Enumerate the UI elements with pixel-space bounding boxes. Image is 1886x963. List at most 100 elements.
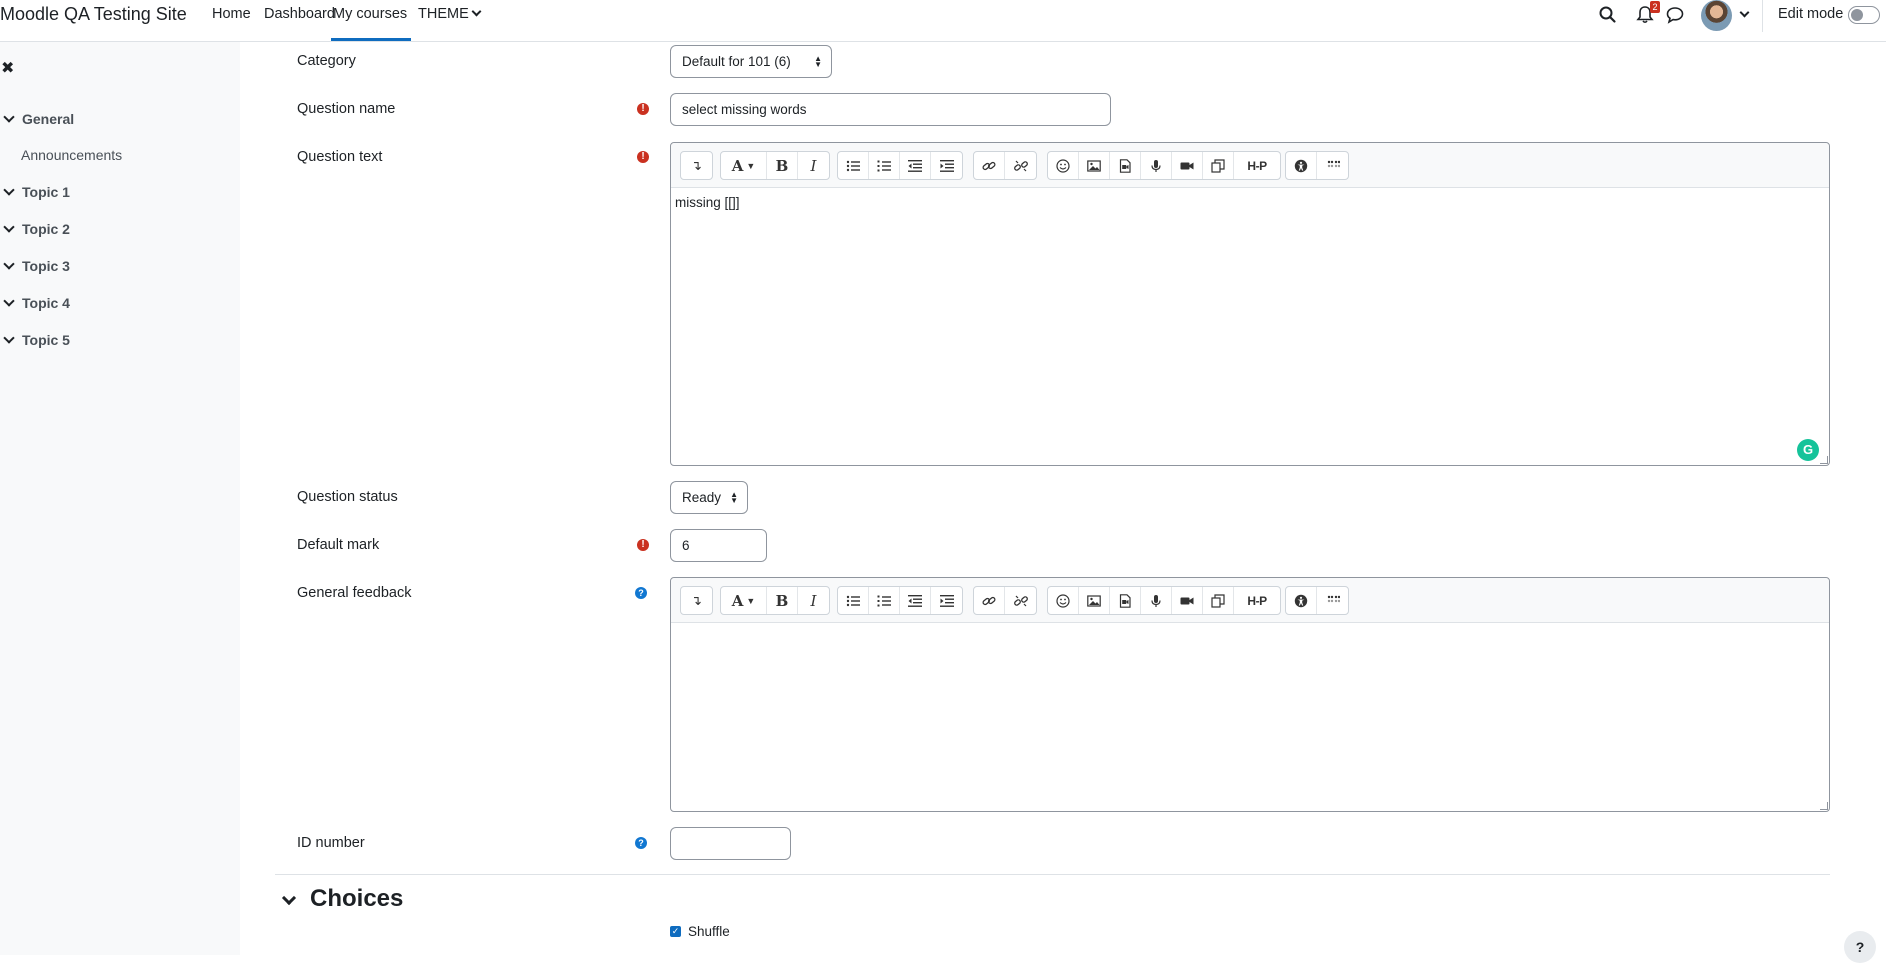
h5p-icon[interactable]: H-P	[1234, 152, 1280, 179]
link-icon[interactable]	[974, 587, 1005, 614]
close-drawer-icon[interactable]: ✖	[1, 58, 14, 78]
toolbar-group: A ▼ B I	[720, 151, 830, 180]
unordered-list-icon[interactable]	[838, 152, 869, 179]
question-status-select[interactable]: Ready ▲ ▼	[670, 481, 748, 514]
collapse-icon[interactable]: ↴	[681, 587, 712, 614]
nav-theme[interactable]: THEME	[418, 6, 482, 41]
course-section-topic-3[interactable]: Topic 3	[0, 258, 70, 274]
chevron-down-icon[interactable]	[3, 221, 15, 233]
emoji-icon[interactable]	[1048, 152, 1079, 179]
chevron-down-icon[interactable]	[3, 111, 15, 123]
nav-home[interactable]: Home	[212, 6, 251, 41]
resize-handle-icon[interactable]	[1820, 802, 1828, 810]
record-video-icon[interactable]	[1172, 587, 1203, 614]
choices-section-title[interactable]: Choices	[310, 885, 403, 913]
ordered-list-icon[interactable]	[869, 152, 900, 179]
course-section-label[interactable]: Topic 3	[22, 258, 70, 274]
accessibility-checker-icon[interactable]	[1286, 587, 1317, 614]
category-select[interactable]: Default for 101 (6) ▲ ▼	[670, 45, 832, 78]
screenreader-helper-icon[interactable]	[1317, 587, 1348, 614]
toolbar-group	[1285, 586, 1349, 615]
user-menu-chevron-down-icon[interactable]	[1739, 7, 1750, 18]
edit-mode-label: Edit mode	[1778, 6, 1844, 22]
font-style-icon[interactable]: A ▼	[721, 152, 767, 179]
course-section-topic-1[interactable]: Topic 1	[0, 184, 70, 200]
question-status-label: Question status	[297, 489, 398, 505]
required-icon[interactable]: !	[637, 539, 649, 551]
bold-icon[interactable]: B	[767, 152, 798, 179]
h5p-icon[interactable]: H-P	[1234, 587, 1280, 614]
media-icon[interactable]	[1110, 587, 1141, 614]
chevron-down-icon[interactable]	[3, 258, 15, 270]
collapse-icon[interactable]: ↴	[681, 152, 712, 179]
shuffle-checkbox[interactable]: ✓	[670, 926, 681, 937]
course-section-topic-4[interactable]: Topic 4	[0, 295, 70, 311]
record-audio-icon[interactable]	[1141, 152, 1172, 179]
course-section-topic-5[interactable]: Topic 5	[0, 332, 70, 348]
site-name[interactable]: Moodle QA Testing Site	[0, 4, 187, 25]
chevron-down-icon[interactable]	[281, 890, 297, 906]
unordered-list-icon[interactable]	[838, 587, 869, 614]
default-mark-value: 6	[682, 538, 690, 553]
avatar[interactable]	[1701, 0, 1732, 31]
category-select-value: Default for 101 (6)	[682, 54, 791, 69]
course-section-label[interactable]: Topic 5	[22, 332, 70, 348]
required-icon[interactable]: !	[637, 151, 649, 163]
help-icon[interactable]: ?	[635, 587, 647, 599]
default-mark-input[interactable]: 6	[670, 529, 767, 562]
screenreader-helper-icon[interactable]	[1317, 152, 1348, 179]
chevron-down-icon[interactable]	[3, 184, 15, 196]
image-icon[interactable]	[1079, 587, 1110, 614]
indent-icon[interactable]	[931, 587, 962, 614]
media-icon[interactable]	[1110, 152, 1141, 179]
question-name-input[interactable]: select missing words	[670, 93, 1111, 126]
message-icon[interactable]	[1664, 4, 1686, 26]
resize-handle-icon[interactable]	[1820, 456, 1828, 464]
record-video-icon[interactable]	[1172, 152, 1203, 179]
question-text-content[interactable]: missing [[]]	[675, 195, 740, 210]
help-icon[interactable]: ?	[635, 837, 647, 849]
chevron-down-icon[interactable]	[3, 295, 15, 307]
course-section-topic-2[interactable]: Topic 2	[0, 221, 70, 237]
link-icon[interactable]	[974, 152, 1005, 179]
toolbar-group	[973, 586, 1037, 615]
question-status-value: Ready	[682, 490, 722, 505]
manage-files-icon[interactable]	[1203, 152, 1234, 179]
required-icon[interactable]: !	[637, 103, 649, 115]
course-section-label[interactable]: General	[22, 111, 74, 127]
floating-help-button[interactable]: ?	[1844, 931, 1876, 963]
accessibility-checker-icon[interactable]	[1286, 152, 1317, 179]
nav-dashboard[interactable]: Dashboard	[264, 6, 335, 41]
outdent-icon[interactable]	[900, 587, 931, 614]
select-arrows-icon: ▲ ▼	[730, 489, 738, 505]
course-item-announcements[interactable]: Announcements	[21, 147, 122, 163]
shuffle-label[interactable]: Shuffle	[688, 924, 730, 939]
unlink-icon[interactable]	[1005, 152, 1036, 179]
navbar-divider	[1762, 0, 1763, 32]
toolbar-group: ↴	[680, 151, 713, 180]
emoji-icon[interactable]	[1048, 587, 1079, 614]
image-icon[interactable]	[1079, 152, 1110, 179]
indent-icon[interactable]	[931, 152, 962, 179]
record-audio-icon[interactable]	[1141, 587, 1172, 614]
bold-icon[interactable]: B	[767, 587, 798, 614]
grammarly-icon[interactable]: G	[1797, 439, 1819, 461]
nav-my-courses[interactable]: My courses	[331, 6, 411, 41]
course-section-label[interactable]: Topic 1	[22, 184, 70, 200]
edit-mode-toggle[interactable]	[1848, 6, 1880, 24]
search-icon[interactable]	[1597, 4, 1619, 26]
ordered-list-icon[interactable]	[869, 587, 900, 614]
id-number-input[interactable]	[670, 827, 791, 860]
chevron-down-icon[interactable]	[3, 332, 15, 344]
italic-icon[interactable]: I	[798, 587, 829, 614]
toolbar-group: H-P	[1047, 151, 1281, 180]
manage-files-icon[interactable]	[1203, 587, 1234, 614]
section-divider	[275, 874, 1830, 875]
italic-icon[interactable]: I	[798, 152, 829, 179]
course-section-general[interactable]: General	[0, 111, 74, 127]
outdent-icon[interactable]	[900, 152, 931, 179]
course-section-label[interactable]: Topic 2	[22, 221, 70, 237]
unlink-icon[interactable]	[1005, 587, 1036, 614]
font-style-icon[interactable]: A ▼	[721, 587, 767, 614]
course-section-label[interactable]: Topic 4	[22, 295, 70, 311]
